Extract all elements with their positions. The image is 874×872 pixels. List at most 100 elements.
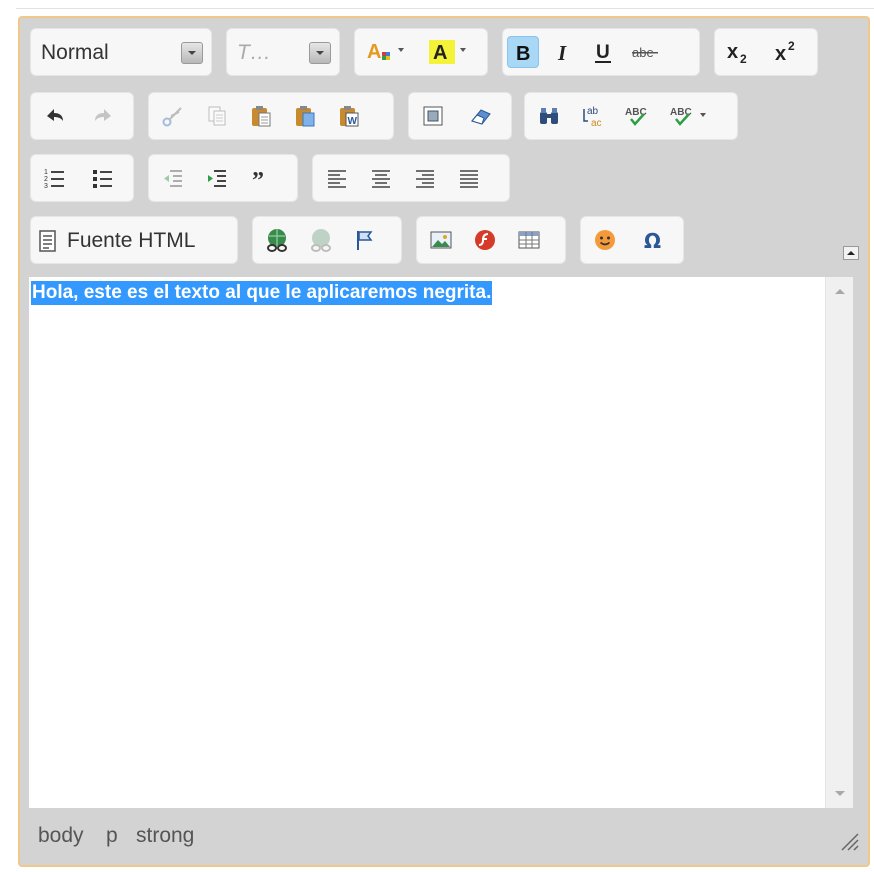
paste-button[interactable]	[245, 100, 277, 132]
align-center-button[interactable]	[365, 162, 397, 194]
color-group: A A	[354, 28, 488, 76]
svg-text:I: I	[557, 41, 567, 64]
underline-button[interactable]: U	[587, 36, 619, 68]
spellcheck-as-you-type-icon: ABC	[670, 107, 706, 126]
tools-group	[408, 92, 512, 140]
smiley-icon	[595, 230, 615, 250]
paste-text-icon	[296, 106, 315, 127]
paste-text-button[interactable]	[289, 100, 321, 132]
redo-icon	[95, 109, 111, 121]
cut-button[interactable]	[157, 100, 189, 132]
special-char-button[interactable]: Ω	[637, 224, 669, 256]
chevron-down-icon[interactable]	[309, 42, 331, 64]
redo-button[interactable]	[87, 100, 119, 132]
copy-icon	[208, 106, 226, 126]
editor-footer: body p strong	[20, 808, 868, 866]
flash-icon	[475, 230, 495, 250]
text-color-button[interactable]: A	[361, 36, 415, 68]
find-button[interactable]	[533, 100, 565, 132]
script-group: x2 x2	[714, 28, 818, 76]
omega-icon: Ω	[644, 229, 661, 252]
align-left-button[interactable]	[321, 162, 353, 194]
spellcheck-button[interactable]: ABC	[621, 100, 653, 132]
scayt-button[interactable]: ABC	[665, 100, 719, 132]
find-group: ab ac ABC ABC	[524, 92, 738, 140]
format-combo-value: Normal	[41, 41, 109, 64]
svg-text:W: W	[348, 116, 358, 127]
align-group	[312, 154, 510, 202]
quote-icon: ”	[252, 168, 264, 190]
bold-button[interactable]: B	[507, 36, 539, 68]
font-combo[interactable]: T…	[227, 37, 339, 69]
elements-path-p[interactable]: p	[106, 824, 118, 848]
eraser-icon	[471, 109, 491, 125]
svg-text:x: x	[727, 41, 738, 63]
superscript-button[interactable]: x2	[769, 36, 809, 68]
selected-bold-text[interactable]: Hola, este es el texto al que le aplicar…	[31, 281, 493, 305]
link-button[interactable]	[261, 224, 293, 256]
undo-group	[30, 92, 134, 140]
anchor-button[interactable]	[349, 224, 381, 256]
strikethrough-button[interactable]: abe	[627, 36, 667, 68]
italic-button[interactable]: I	[547, 36, 579, 68]
svg-text:1: 1	[44, 169, 48, 176]
strikethrough-icon: abe	[632, 45, 658, 60]
source-group: Fuente HTML	[30, 216, 238, 264]
replace-icon: abac	[583, 106, 602, 129]
background-color-button[interactable]: A	[423, 36, 477, 68]
font-combo-value: T…	[237, 41, 271, 64]
justify-icon	[460, 170, 478, 188]
top-divider	[16, 8, 874, 9]
maximize-button[interactable]	[417, 100, 449, 132]
link-globe-icon	[267, 229, 287, 252]
blockquote-button[interactable]: ”	[245, 162, 277, 194]
special-group: Ω	[580, 216, 684, 264]
paste-word-icon: W	[340, 106, 359, 127]
scroll-down-icon[interactable]	[835, 791, 845, 796]
svg-text:2: 2	[44, 176, 48, 183]
paste-from-word-button[interactable]: W	[333, 100, 365, 132]
format-combo-group: Normal	[30, 28, 212, 76]
bulleted-list-button[interactable]	[87, 162, 119, 194]
content-scrollbar[interactable]	[825, 277, 853, 808]
align-right-button[interactable]	[409, 162, 441, 194]
source-html-button[interactable]: Fuente HTML	[37, 225, 195, 257]
elements-path-body[interactable]: body	[38, 824, 84, 848]
smiley-button[interactable]	[589, 224, 621, 256]
source-document-icon	[39, 230, 56, 252]
numbered-list-button[interactable]: 123	[39, 162, 71, 194]
format-combo[interactable]: Normal	[31, 37, 211, 69]
svg-text:2: 2	[740, 52, 747, 66]
unlink-globe-icon	[311, 229, 331, 252]
remove-format-button[interactable]	[465, 100, 497, 132]
subscript-button[interactable]: x2	[721, 36, 761, 68]
svg-text:”: ”	[252, 168, 264, 190]
scroll-up-icon[interactable]	[835, 289, 845, 294]
svg-text:ab: ab	[587, 106, 599, 117]
flash-button[interactable]	[469, 224, 501, 256]
copy-button[interactable]	[201, 100, 233, 132]
chevron-down-icon[interactable]	[181, 42, 203, 64]
rich-text-editor: Normal T… A A B I U abe x 2 x 2 W ab ac …	[18, 16, 870, 867]
background-color-icon: A	[429, 40, 466, 64]
scissors-icon	[162, 107, 182, 127]
svg-text:3: 3	[44, 183, 48, 190]
collapse-toolbar-button[interactable]	[843, 246, 859, 260]
undo-icon	[47, 109, 63, 121]
elements-path-strong[interactable]: strong	[136, 824, 194, 848]
resize-grip-icon[interactable]	[838, 830, 860, 852]
replace-button[interactable]: ab ac	[577, 100, 609, 132]
indent-group: ”	[148, 154, 298, 202]
justify-button[interactable]	[453, 162, 485, 194]
editor-content-area[interactable]: Hola, este es el texto al que le aplicar…	[29, 277, 825, 808]
flag-icon	[357, 231, 373, 250]
svg-text:U: U	[596, 42, 610, 63]
image-button[interactable]	[425, 224, 457, 256]
outdent-icon	[164, 170, 182, 187]
table-button[interactable]	[513, 224, 545, 256]
indent-button[interactable]	[201, 162, 233, 194]
outdent-button[interactable]	[157, 162, 189, 194]
unlink-button[interactable]	[305, 224, 337, 256]
undo-button[interactable]	[39, 100, 71, 132]
source-html-label: Fuente HTML	[67, 229, 196, 252]
